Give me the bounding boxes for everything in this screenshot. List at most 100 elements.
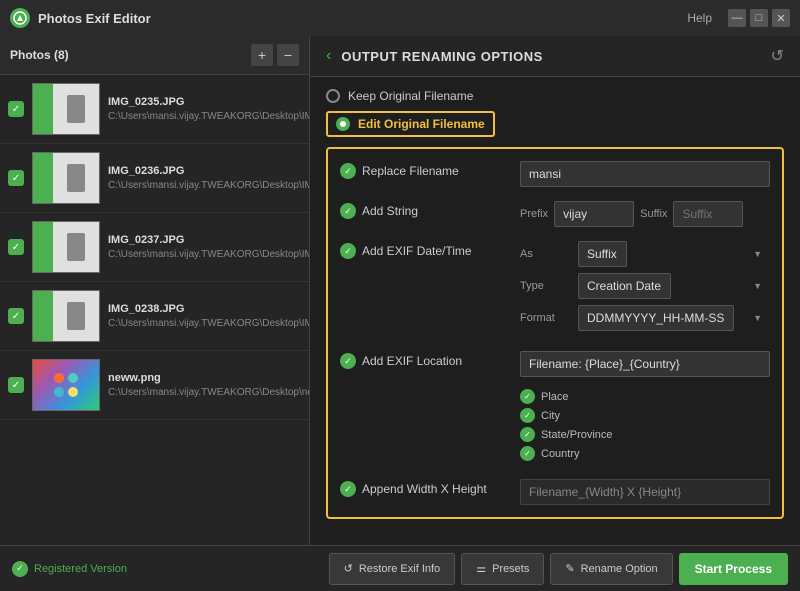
place-label: Place	[541, 391, 569, 403]
restore-label: Restore Exif Info	[359, 563, 440, 575]
keep-original-row[interactable]: Keep Original Filename	[326, 89, 784, 103]
state-check: ✓	[520, 427, 535, 442]
left-header: Photos (8) + −	[0, 36, 309, 75]
rename-icon: ✎	[565, 562, 574, 575]
append-wh-check: ✓	[340, 481, 356, 497]
replace-filename-row: ✓ Replace Filename	[340, 161, 770, 187]
add-string-label: Add String	[362, 204, 418, 218]
page-title: OUTPUT RENAMING OPTIONS	[341, 49, 770, 64]
photo-name: IMG_0238.JPG	[108, 303, 309, 315]
country-label: Country	[541, 448, 580, 460]
registered-label: Registered Version	[34, 563, 127, 575]
maximize-button[interactable]: □	[750, 9, 768, 27]
location-city: ✓ City	[520, 408, 770, 423]
prefix-input[interactable]	[554, 201, 634, 227]
city-check: ✓	[520, 408, 535, 423]
city-label: City	[541, 410, 560, 422]
photo-thumbnail-color	[32, 359, 100, 411]
add-exif-datetime-right: As Suffix Prefix Type	[520, 241, 770, 337]
photo-thumbnail	[32, 83, 100, 135]
append-wh-right	[520, 479, 770, 505]
add-string-row: ✓ Add String Prefix Suffix	[340, 201, 770, 227]
list-item[interactable]: ✓ IMG_0236.JPG C:\Users\mansi.vijay.TWEA…	[0, 144, 309, 213]
add-exif-datetime-left: ✓ Add EXIF Date/Time	[340, 241, 520, 259]
photo-info: IMG_0236.JPG C:\Users\mansi.vijay.TWEAKO…	[108, 165, 309, 192]
options-container: ✓ Replace Filename ✓ Add String	[326, 147, 784, 519]
add-string-check: ✓	[340, 203, 356, 219]
type-label: Type	[520, 280, 570, 292]
remove-photo-button[interactable]: −	[277, 44, 299, 66]
list-item[interactable]: ✓ neww.png C:\Users\mansi.vijay.TWEAKORG…	[0, 351, 309, 420]
start-label: Start Process	[695, 562, 772, 576]
restore-icon: ↺	[344, 562, 353, 575]
replace-filename-input[interactable]	[520, 161, 770, 187]
start-process-button[interactable]: Start Process	[679, 553, 788, 585]
restore-exif-button[interactable]: ↺ Restore Exif Info	[329, 553, 456, 585]
add-photo-button[interactable]: +	[251, 44, 273, 66]
exif-location-input[interactable]	[520, 351, 770, 377]
refresh-icon[interactable]: ↺	[771, 46, 784, 66]
registered-check: ✓	[12, 561, 28, 577]
photo-path: C:\Users\mansi.vijay.TWEAKORG\Desktop\IM…	[108, 317, 309, 330]
replace-filename-check: ✓	[340, 163, 356, 179]
format-select[interactable]: DDMMYYYY_HH-MM-SS YYYYMMDD_HH-MM-SS	[578, 305, 734, 331]
photo-check: ✓	[8, 308, 24, 324]
as-label: As	[520, 248, 570, 260]
bottom-bar: ✓ Registered Version ↺ Restore Exif Info…	[0, 545, 800, 591]
presets-icon: ⚌	[476, 562, 486, 575]
add-exif-datetime-check: ✓	[340, 243, 356, 259]
list-item[interactable]: ✓ IMG_0238.JPG C:\Users\mansi.vijay.TWEA…	[0, 282, 309, 351]
keep-original-radio[interactable]	[326, 89, 340, 103]
titlebar: Photos Exif Editor Help — □ ✕	[0, 0, 800, 36]
list-item[interactable]: ✓ IMG_0237.JPG C:\Users\mansi.vijay.TWEA…	[0, 213, 309, 282]
add-exif-location-row: ✓ Add EXIF Location ✓ Place ✓ C	[340, 351, 770, 465]
format-row: Format DDMMYYYY_HH-MM-SS YYYYMMDD_HH-MM-…	[520, 305, 770, 331]
photo-path: C:\Users\mansi.vijay.TWEAKORG\Desktop\IM…	[108, 248, 309, 261]
rename-label: Rename Option	[581, 563, 658, 575]
location-sub: ✓ Place ✓ City ✓ State/Province	[520, 389, 770, 461]
suffix-input[interactable]	[673, 201, 743, 227]
replace-filename-right	[520, 161, 770, 187]
list-item[interactable]: ✓ IMG_0235.JPG C:\Users\mansi.vijay.TWEA…	[0, 75, 309, 144]
append-wh-left: ✓ Append Width X Height	[340, 479, 520, 497]
location-country: ✓ Country	[520, 446, 770, 461]
as-select[interactable]: Suffix Prefix	[578, 241, 627, 267]
bottom-left: ✓ Registered Version	[12, 561, 127, 577]
photo-path: C:\Users\mansi.vijay.TWEAKORG\Desktop\IM…	[108, 110, 309, 123]
bottom-buttons: ↺ Restore Exif Info ⚌ Presets ✎ Rename O…	[329, 553, 788, 585]
close-button[interactable]: ✕	[772, 9, 790, 27]
replace-filename-left: ✓ Replace Filename	[340, 161, 520, 179]
main-layout: Photos (8) + − ✓ IMG_0235.JPG C:\Users\m…	[0, 36, 800, 545]
state-label: State/Province	[541, 429, 613, 441]
photo-path: C:\Users\mansi.vijay.TWEAKORG\Desktop\ne…	[108, 386, 309, 399]
append-wh-input	[520, 479, 770, 505]
type-row: Type Creation Date Modified Date	[520, 273, 770, 299]
edit-original-label: Edit Original Filename	[358, 117, 485, 131]
photo-info: neww.png C:\Users\mansi.vijay.TWEAKORG\D…	[108, 372, 309, 399]
photo-check: ✓	[8, 101, 24, 117]
edit-original-box[interactable]: Edit Original Filename	[326, 111, 495, 137]
minimize-button[interactable]: —	[728, 9, 746, 27]
rename-option-button[interactable]: ✎ Rename Option	[550, 553, 672, 585]
app-title: Photos Exif Editor	[38, 11, 679, 26]
back-arrow-icon[interactable]: ‹	[326, 47, 331, 65]
as-row: As Suffix Prefix	[520, 241, 770, 267]
country-check: ✓	[520, 446, 535, 461]
photo-info: IMG_0237.JPG C:\Users\mansi.vijay.TWEAKO…	[108, 234, 309, 261]
append-wh-label: Append Width X Height	[362, 482, 487, 496]
as-select-wrapper: Suffix Prefix	[578, 241, 770, 267]
type-select[interactable]: Creation Date Modified Date	[578, 273, 671, 299]
presets-label: Presets	[492, 563, 529, 575]
presets-button[interactable]: ⚌ Presets	[461, 553, 544, 585]
photo-check: ✓	[8, 239, 24, 255]
photo-list: ✓ IMG_0235.JPG C:\Users\mansi.vijay.TWEA…	[0, 75, 309, 545]
replace-filename-label: Replace Filename	[362, 164, 459, 178]
location-state: ✓ State/Province	[520, 427, 770, 442]
photos-count: Photos (8)	[10, 48, 69, 62]
title-controls: Help — □ ✕	[687, 9, 790, 27]
help-button[interactable]: Help	[687, 11, 712, 25]
photo-info: IMG_0235.JPG C:\Users\mansi.vijay.TWEAKO…	[108, 96, 309, 123]
app-icon	[10, 8, 30, 28]
edit-original-radio[interactable]	[336, 117, 350, 131]
type-select-wrapper: Creation Date Modified Date	[578, 273, 770, 299]
